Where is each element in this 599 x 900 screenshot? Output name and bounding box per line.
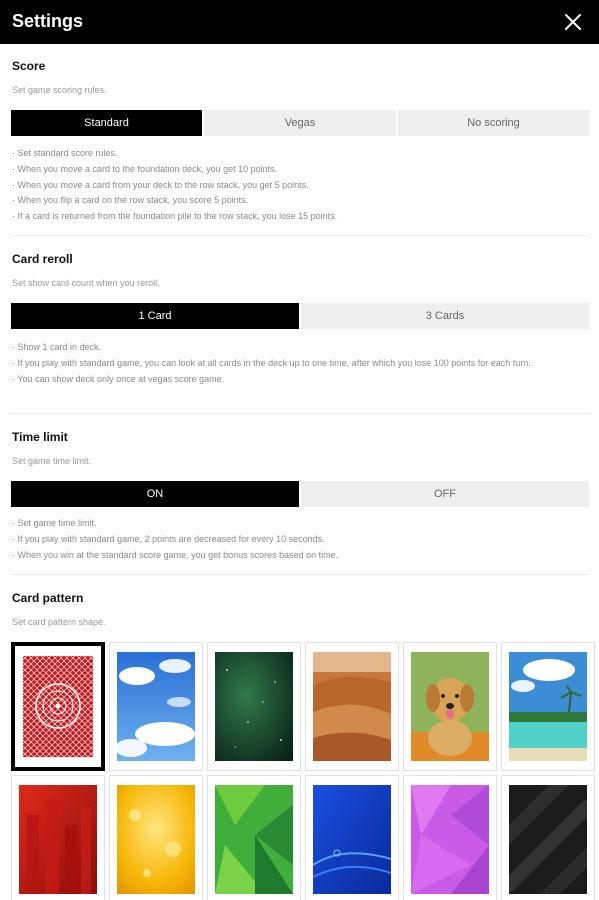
divider: [11, 574, 589, 575]
card-pattern-red-buildings[interactable]: [11, 775, 105, 900]
score-description-line: · When you flip a card on the row stack,…: [12, 195, 249, 206]
tropical-beach-pattern-image: [509, 652, 587, 761]
card-pattern-purple-polygon[interactable]: [403, 775, 497, 900]
sky-clouds-pattern-image: [117, 652, 195, 761]
score-option-no-scoring[interactable]: No scoring: [398, 110, 589, 136]
score-selector: Standard Vegas No scoring: [11, 110, 589, 136]
desert-dunes-pattern-image: [313, 652, 391, 761]
card-reroll-description-line: · If you play with standard game, you ca…: [12, 357, 531, 368]
yellow-glow-pattern-image: [117, 785, 195, 894]
blue-waves-pattern-image: [313, 785, 391, 894]
reroll-option-3-cards[interactable]: 3 Cards: [301, 303, 589, 329]
card-pattern-red-classic[interactable]: [11, 642, 105, 771]
red-classic-pattern-image: [19, 652, 97, 761]
card-reroll-selector: 1 Card 3 Cards: [11, 303, 589, 329]
score-description-line: · When you move a card from your deck to…: [12, 179, 309, 190]
time-limit-description: · Set game time limit. · If you play wit…: [12, 516, 587, 563]
title-bar: Settings: [0, 0, 599, 44]
reroll-option-1-card[interactable]: 1 Card: [11, 303, 299, 329]
time-limit-title: Time limit: [12, 430, 68, 444]
card-pattern-green-space[interactable]: [207, 642, 301, 771]
card-reroll-subtitle: Set show card count when you reroll.: [12, 278, 160, 288]
card-pattern-green-geometric[interactable]: [207, 775, 301, 900]
divider: [11, 235, 589, 236]
close-icon[interactable]: [561, 10, 585, 34]
purple-polygon-pattern-image: [411, 785, 489, 894]
time-limit-description-line: · When you win at the standard score gam…: [12, 549, 339, 560]
card-pattern-title: Card pattern: [12, 591, 84, 605]
card-reroll-description: · Show 1 card in deck. · If you play wit…: [12, 340, 587, 387]
card-pattern-yellow-glow[interactable]: [109, 775, 203, 900]
card-reroll-title: Card reroll: [12, 252, 73, 266]
time-limit-subtitle: Set game time limit.: [12, 456, 92, 466]
red-buildings-pattern-image: [19, 785, 97, 894]
card-reroll-description-line: · You can show deck only once at vegas s…: [12, 373, 225, 384]
time-limit-option-on[interactable]: ON: [11, 481, 299, 507]
card-pattern-desert-dunes[interactable]: [305, 642, 399, 771]
score-option-vegas[interactable]: Vegas: [204, 110, 396, 136]
score-title: Score: [12, 59, 46, 73]
card-pattern-subtitle: Set card pattern shape.: [12, 617, 106, 627]
card-reroll-description-line: · Show 1 card in deck.: [12, 342, 102, 352]
golden-puppy-pattern-image: [411, 652, 489, 761]
score-description: · Set standard score rules. · When you m…: [12, 146, 587, 225]
card-pattern-blue-waves[interactable]: [305, 775, 399, 900]
time-limit-description-line: · If you play with standard game, 2 poin…: [12, 533, 325, 544]
page-title: Settings: [12, 11, 84, 31]
score-subtitle: Set game scoring rules.: [12, 85, 107, 95]
score-description-line: · Set standard score rules.: [12, 148, 118, 158]
black-stripes-pattern-image: [509, 785, 587, 894]
time-limit-selector: ON OFF: [11, 481, 589, 507]
card-pattern-tropical-beach[interactable]: [501, 642, 595, 771]
time-limit-option-off[interactable]: OFF: [301, 481, 589, 507]
divider: [11, 413, 589, 414]
score-description-line: · When you move a card to the foundation…: [12, 163, 278, 174]
time-limit-description-line: · Set game time limit.: [12, 518, 97, 528]
green-geometric-pattern-image: [215, 785, 293, 894]
card-pattern-black-stripes[interactable]: [501, 775, 595, 900]
green-space-pattern-image: [215, 652, 293, 761]
card-pattern-sky-clouds[interactable]: [109, 642, 203, 771]
score-option-standard[interactable]: Standard: [11, 110, 202, 136]
score-description-line: · If a card is returned from the foundat…: [12, 211, 338, 222]
card-pattern-golden-puppy[interactable]: [403, 642, 497, 771]
